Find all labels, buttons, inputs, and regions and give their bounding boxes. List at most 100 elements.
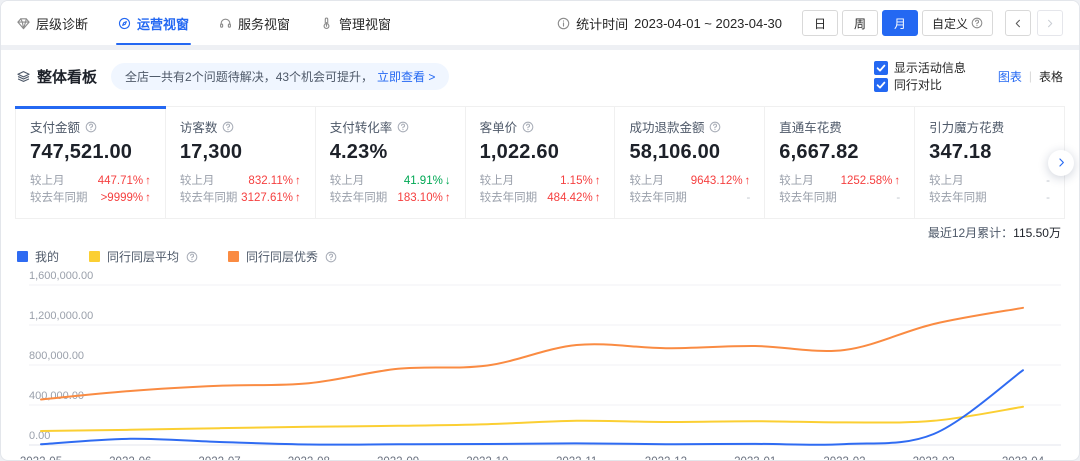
info-icon <box>557 17 570 30</box>
legend-label: 同行同层优秀 <box>246 248 318 265</box>
y-axis-tick: 1,600,000.00 <box>29 270 93 282</box>
board-title-text: 整体看板 <box>37 66 97 87</box>
chart-legend: 我的 同行同层平均 同行同层优秀 <box>17 248 1063 265</box>
prev-period-button[interactable] <box>1005 10 1031 36</box>
compare-label: 较上月 <box>480 173 515 190</box>
stat-time-range: 2023-04-01 ~ 2023-04-30 <box>634 16 782 31</box>
stat-time-label: 统计时间 <box>576 14 628 33</box>
up-arrow-icon: ↑ <box>145 192 151 204</box>
toggle-label: 同行对比 <box>894 76 942 93</box>
compare-value: 9643.12%↑ <box>691 173 751 190</box>
toggle-label: 显示活动信息 <box>894 59 966 76</box>
x-axis-tick: 2022-08 <box>288 456 330 461</box>
metric-card-6[interactable]: 引力魔方花费 347.18 较上月 - 较去年同期 - <box>915 107 1064 218</box>
question-icon <box>186 251 198 263</box>
nav-tab-label: 管理视窗 <box>339 14 391 33</box>
compare-value: - <box>746 190 750 207</box>
series-line-同行同层优秀 <box>41 308 1023 400</box>
metric-value: 347.18 <box>929 141 1050 164</box>
nav-tab-0[interactable]: 层级诊断 <box>17 1 88 45</box>
legend-item-0[interactable]: 我的 <box>17 248 59 265</box>
metric-value: 4.23% <box>330 141 451 164</box>
pager-button-group <box>999 10 1063 36</box>
nav-tab-2[interactable]: 服务视窗 <box>219 1 290 45</box>
next-period-button[interactable] <box>1037 10 1063 36</box>
up-arrow-icon: ↑ <box>595 175 601 187</box>
compare-row: 较上月 1.15%↑ <box>480 173 601 190</box>
metric-card-0[interactable]: 支付金额 747,521.00 较上月 447.71%↑ 较去年同期 >9999… <box>16 107 166 218</box>
toggle-group: 显示活动信息 同行对比 <box>874 59 982 93</box>
compare-value: 41.91%↓ <box>404 173 451 190</box>
legend-item-2[interactable]: 同行同层优秀 <box>228 248 337 265</box>
metric-card-3[interactable]: 客单价 1,022.60 较上月 1.15%↑ 较去年同期 484.42%↑ <box>466 107 616 218</box>
nav-tab-label: 服务视窗 <box>238 14 290 33</box>
compare-row: 较去年同期 >9999%↑ <box>30 190 151 207</box>
period-button-周[interactable]: 周 <box>842 10 878 36</box>
x-axis-tick: 2022-05 <box>20 456 62 461</box>
toggle-1[interactable]: 同行对比 <box>874 76 982 93</box>
nav-tab-label: 层级诊断 <box>36 14 88 33</box>
line-chart-svg: 0.00400,000.00800,000.001,200,000.001,60… <box>17 269 1063 461</box>
metric-card-5[interactable]: 直通车花费 6,667.82 较上月 1252.58%↑ 较去年同期 - <box>765 107 915 218</box>
compare-row: 较去年同期 484.42%↑ <box>480 190 601 207</box>
up-arrow-icon: ↑ <box>894 175 900 187</box>
compare-value: - <box>896 190 900 207</box>
compare-label: 较去年同期 <box>30 190 88 207</box>
compare-label: 较上月 <box>330 173 365 190</box>
compare-value: - <box>1046 173 1050 190</box>
compare-row: 较去年同期 183.10%↑ <box>330 190 451 207</box>
compare-label: 较去年同期 <box>779 190 837 207</box>
period-button-月[interactable]: 月 <box>882 10 918 36</box>
metric-cards: 支付金额 747,521.00 较上月 447.71%↑ 较去年同期 >9999… <box>15 106 1065 219</box>
legend-label: 我的 <box>35 248 59 265</box>
topbar-controls: 统计时间 2023-04-01 ~ 2023-04-30 日周月自定义 <box>557 10 1063 36</box>
metric-cards-strip: 支付金额 747,521.00 较上月 447.71%↑ 较去年同期 >9999… <box>15 106 1065 219</box>
checkbox-icon[interactable] <box>874 78 888 92</box>
metric-value: 747,521.00 <box>30 141 151 164</box>
headset-icon <box>219 17 232 30</box>
up-arrow-icon: ↑ <box>145 175 151 187</box>
nav-tab-1[interactable]: 运营视窗 <box>118 1 189 45</box>
cards-next-button[interactable] <box>1048 150 1074 176</box>
nav-tab-label: 运营视窗 <box>137 14 189 33</box>
checkbox-icon[interactable] <box>874 61 888 75</box>
compare-value: 832.11%↑ <box>248 173 300 190</box>
summary-value: 115.50万 <box>1013 226 1061 240</box>
toggle-0[interactable]: 显示活动信息 <box>874 59 966 76</box>
x-axis-tick: 2022-11 <box>556 456 597 461</box>
view-switch-divider: | <box>1029 69 1032 83</box>
question-icon <box>709 121 721 133</box>
compare-label: 较去年同期 <box>480 190 538 207</box>
x-axis-tick: 2023-02 <box>823 456 865 461</box>
compare-row: 较去年同期 - <box>779 190 900 207</box>
compare-row: 较去年同期 3127.61%↑ <box>180 190 301 207</box>
down-arrow-icon: ↓ <box>445 175 451 187</box>
period-button-group: 日周月自定义 <box>798 10 993 36</box>
metric-card-1[interactable]: 访客数 17,300 较上月 832.11%↑ 较去年同期 3127.61%↑ <box>166 107 316 218</box>
series-line-同行同层平均 <box>41 407 1023 431</box>
x-axis-tick: 2022-06 <box>109 456 151 461</box>
metric-card-2[interactable]: 支付转化率 4.23% 较上月 41.91%↓ 较去年同期 183.10%↑ <box>316 107 466 218</box>
legend-swatch <box>89 251 100 262</box>
nav-tab-3[interactable]: 管理视窗 <box>320 1 391 45</box>
legend-item-1[interactable]: 同行同层平均 <box>89 248 198 265</box>
period-button-日[interactable]: 日 <box>802 10 838 36</box>
compare-row: 较上月 9643.12%↑ <box>629 173 750 190</box>
view-table-option[interactable]: 表格 <box>1039 68 1063 85</box>
metric-card-4[interactable]: 成功退款金额 58,106.00 较上月 9643.12%↑ 较去年同期 - <box>615 107 765 218</box>
custom-range-button[interactable]: 自定义 <box>922 10 993 36</box>
metric-title: 成功退款金额 <box>629 117 704 136</box>
notice-link[interactable]: 立即查看 > <box>377 68 435 85</box>
question-icon <box>222 121 234 133</box>
compare-row: 较去年同期 - <box>929 190 1050 207</box>
legend-swatch <box>228 251 239 262</box>
layers-icon <box>17 70 30 83</box>
gem-icon <box>17 17 30 30</box>
question-icon <box>522 121 534 133</box>
view-switch: 图表 | 表格 <box>998 68 1063 85</box>
compare-label: 较上月 <box>929 173 964 190</box>
view-chart-option[interactable]: 图表 <box>998 68 1022 85</box>
notice-pill: 全店一共有2个问题待解决，43个机会可提升， 立即查看 > <box>111 63 449 90</box>
trend-chart: 0.00400,000.00800,000.001,200,000.001,60… <box>17 269 1063 461</box>
metric-title: 客单价 <box>480 117 518 136</box>
